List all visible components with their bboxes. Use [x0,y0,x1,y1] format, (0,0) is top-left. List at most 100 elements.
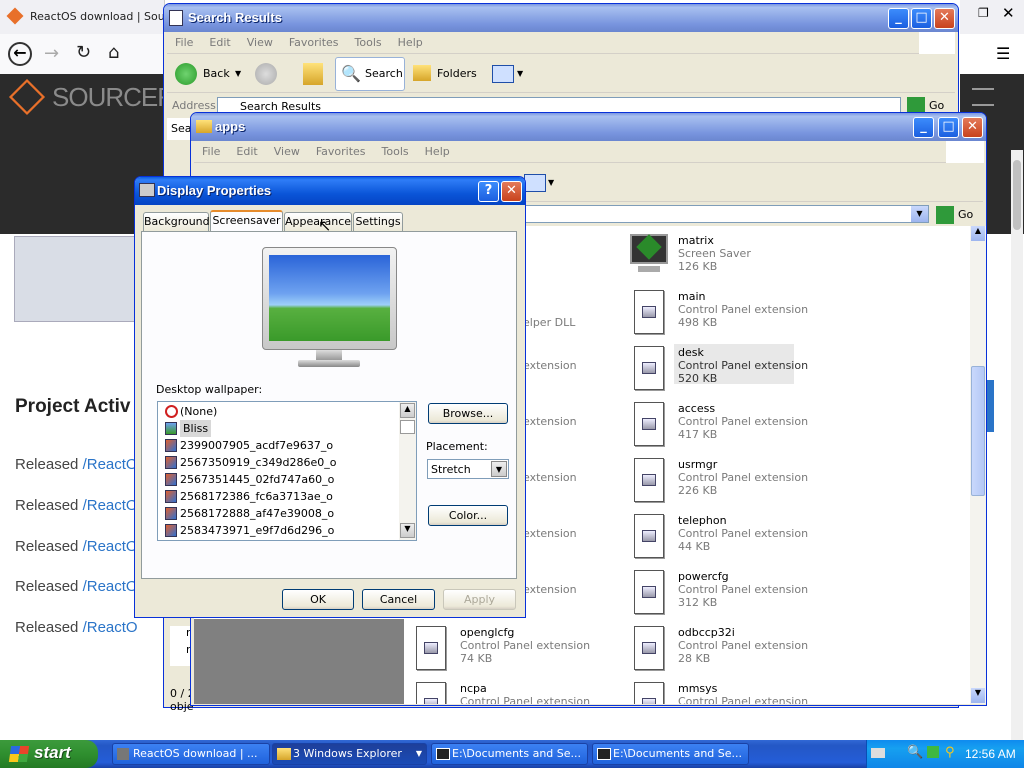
color-button[interactable]: Color... [428,505,508,526]
menu-help[interactable]: Help [417,141,458,162]
home-icon[interactable]: ⌂ [108,42,119,63]
search-icon[interactable]: ⚲ [945,745,955,760]
partial-file-type: elper DLL [523,316,576,329]
menu-file[interactable]: File [194,141,228,162]
views-dropdown-icon[interactable]: ▼ [548,178,554,187]
file-item-mmsys[interactable]: mmsys Control Panel extension [630,680,810,704]
address-dropdown-icon[interactable]: ▼ [911,206,928,222]
back-arrow-icon[interactable]: ← [8,42,32,66]
go-arrow-icon[interactable] [936,206,954,224]
keyboard-icon[interactable] [871,748,885,758]
folders-icon [413,65,431,81]
release-row: Released /ReactO [15,497,138,514]
forward-arrow-icon[interactable]: → [44,43,59,64]
menu-favorites[interactable]: Favorites [281,32,347,53]
address-field[interactable]: ▼ [524,205,929,223]
go-button[interactable]: Go [958,208,973,221]
file-item-access[interactable]: access Control Panel extension 417 KB [630,400,810,452]
views-dropdown-icon[interactable]: ▼ [517,69,523,78]
maximize-button[interactable]: □ [911,8,932,29]
browse-button[interactable]: Browse... [428,403,508,424]
release-link[interactable]: /ReactO [83,538,138,555]
ok-button[interactable]: OK [282,589,354,610]
file-item-usrmgr[interactable]: usrmgr Control Panel extension 226 KB [630,456,810,508]
menu-file[interactable]: File [167,32,201,53]
wallpaper-scrollbar[interactable]: ▲ ▼ [399,402,416,540]
reload-icon[interactable]: ↻ [76,42,91,63]
apps-scrollbar[interactable]: ▲ ▼ [970,226,986,704]
close-button[interactable]: ✕ [501,181,522,202]
taskbar-item-7zip-1[interactable]: E:\Documents and Se... [431,743,588,765]
file-item-powercfg[interactable]: powercfg Control Panel extension 312 KB [630,568,810,620]
browser-scrollbar[interactable] [1011,150,1023,740]
explorer-left-pane [194,619,404,704]
apply-button[interactable]: Apply [443,589,516,610]
back-icon[interactable] [175,63,197,85]
display-properties-titlebar[interactable]: Display Properties ? ✕ [135,177,525,205]
back-button[interactable]: Back [203,61,230,87]
up-folder-icon[interactable] [303,63,323,85]
file-item-openglcfg[interactable]: openglcfg Control Panel extension 74 KB [412,624,612,676]
scroll-up-icon[interactable]: ▲ [400,403,415,418]
browser-tab-title: ReactOS download | Source [30,10,182,23]
screensaver-monitor-icon [630,232,668,280]
scroll-thumb[interactable] [400,420,415,434]
tab-settings[interactable]: Settings [353,212,403,231]
file-item-ncpa[interactable]: ncpa Control Panel extension [412,680,612,704]
hamburger-icon[interactable] [972,88,994,106]
search-button[interactable]: Search [365,61,403,87]
menu-view[interactable]: View [266,141,308,162]
search-results-titlebar[interactable]: Search Results _ □ ✕ [164,4,958,32]
maximize-button[interactable]: □ [938,117,959,138]
browser-tab[interactable]: ReactOS download | Source [0,0,182,34]
release-link[interactable]: /ReactO [83,497,138,514]
placement-select[interactable]: Stretch ▼ [427,459,509,479]
tab-screensaver[interactable]: Screensaver [210,210,283,232]
views-icon[interactable] [524,174,546,192]
minimize-button[interactable]: _ [913,117,934,138]
file-item-telephon[interactable]: telephon Control Panel extension 44 KB [630,512,810,564]
apps-titlebar[interactable]: apps _ □ ✕ [191,113,986,141]
views-icon[interactable] [492,65,514,83]
back-dropdown-icon[interactable]: ▼ [235,69,241,78]
start-button[interactable]: start [0,740,98,768]
scroll-thumb[interactable] [971,366,985,496]
release-link[interactable]: /ReactO [83,578,138,595]
browser-menu-icon[interactable]: ☰ [996,44,1010,63]
menu-view[interactable]: View [239,32,281,53]
close-button[interactable]: ✕ [962,117,983,138]
menu-help[interactable]: Help [390,32,431,53]
help-button[interactable]: ? [478,181,499,202]
release-link[interactable]: /ReactO [83,456,138,473]
menu-tools[interactable]: Tools [347,32,390,53]
go-button[interactable]: Go [929,99,944,112]
taskbar-item-explorer[interactable]: 3 Windows Explorer ▼ [272,743,427,765]
forward-icon[interactable] [255,63,277,85]
close-button[interactable]: ✕ [934,8,955,29]
close-icon[interactable]: ✕ [1002,4,1015,22]
network-icon[interactable] [927,746,939,758]
browser-scroll-thumb[interactable] [1013,160,1021,230]
file-item-main[interactable]: main Control Panel extension 498 KB [630,288,810,340]
chevron-down-icon[interactable]: ▼ [491,461,507,477]
menu-favorites[interactable]: Favorites [308,141,374,162]
taskbar-item-browser[interactable]: ReactOS download | ... [112,743,270,765]
file-item-desk[interactable]: desk Control Panel extension 520 KB [630,344,810,396]
taskbar-item-7zip-2[interactable]: E:\Documents and Se... [592,743,749,765]
minimize-button[interactable]: _ [888,8,909,29]
tab-background[interactable]: Background [143,212,210,231]
scroll-down-icon[interactable]: ▼ [400,523,415,538]
menu-tools[interactable]: Tools [374,141,417,162]
scroll-down-icon[interactable]: ▼ [971,688,985,703]
restore-icon[interactable]: ❐ [978,6,989,20]
cancel-button[interactable]: Cancel [362,589,435,610]
release-link[interactable]: /ReactO [83,619,138,636]
folders-button[interactable]: Folders [437,61,477,87]
menu-edit[interactable]: Edit [201,32,238,53]
file-item-odbccp32i[interactable]: odbccp32i Control Panel extension 28 KB [630,624,810,676]
file-item-matrix[interactable]: matrix Screen Saver 126 KB [630,232,810,284]
browser-blue-accent [986,380,994,432]
scroll-up-icon[interactable]: ▲ [971,226,985,241]
magnifier-icon[interactable]: 🔍 [907,745,923,760]
menu-edit[interactable]: Edit [228,141,265,162]
